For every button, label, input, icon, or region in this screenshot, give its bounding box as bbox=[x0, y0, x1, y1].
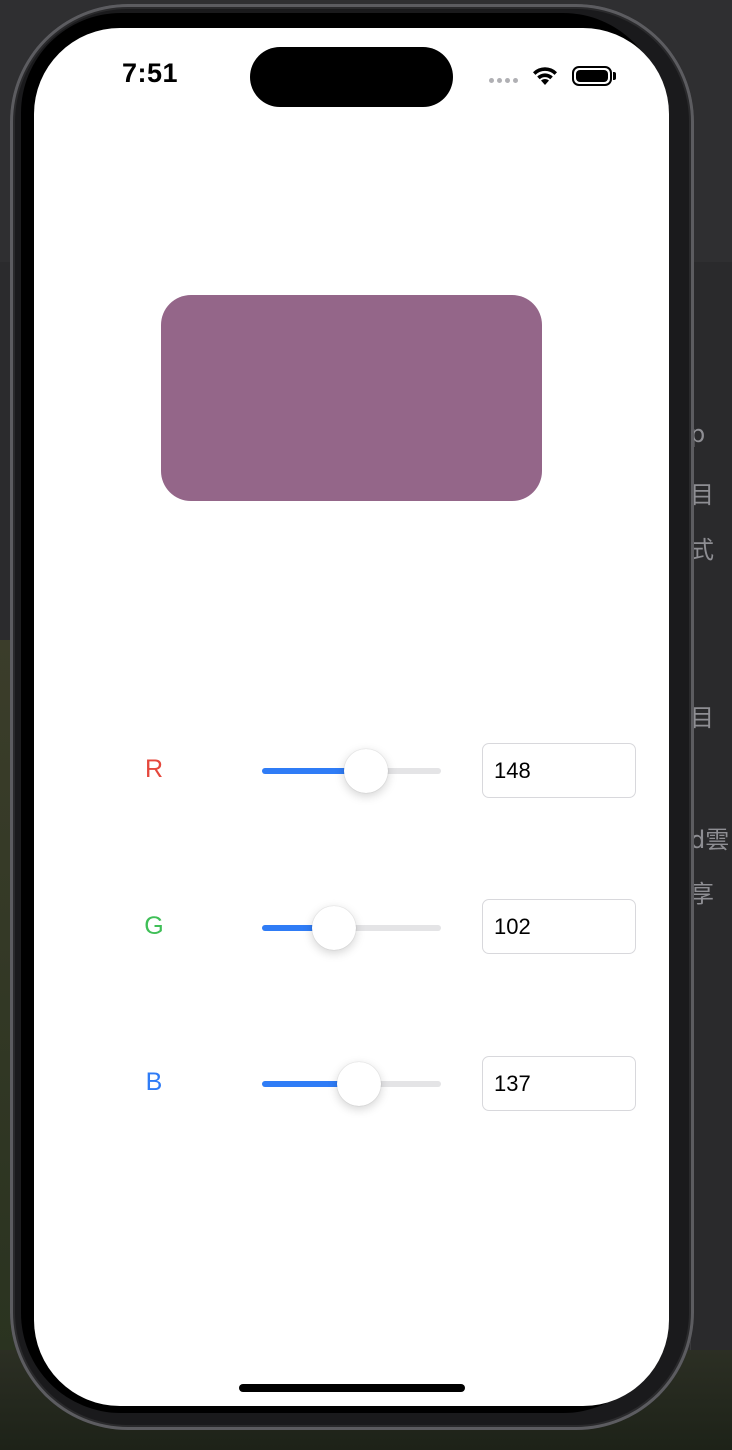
channel-label-g: G bbox=[144, 912, 164, 940]
slider-b[interactable] bbox=[262, 1062, 441, 1106]
side-panel-text: 享 bbox=[690, 880, 714, 908]
channel-label-b: B bbox=[145, 1068, 163, 1096]
slider-g[interactable] bbox=[262, 906, 441, 950]
side-panel-text: 目 bbox=[690, 481, 714, 509]
slider-r[interactable] bbox=[262, 749, 441, 793]
battery-cap bbox=[613, 72, 616, 80]
phone-screen: 7:51 R G B bbox=[34, 28, 669, 1406]
slider-thumb[interactable] bbox=[336, 1062, 381, 1106]
value-field-g[interactable] bbox=[482, 899, 636, 954]
wifi-icon bbox=[533, 67, 557, 85]
color-preview bbox=[161, 295, 542, 501]
side-panel-text: p bbox=[690, 420, 706, 448]
home-indicator bbox=[239, 1384, 465, 1392]
status-time: 7:51 bbox=[122, 58, 179, 88]
value-field-b[interactable] bbox=[482, 1056, 636, 1111]
value-field-r[interactable] bbox=[482, 743, 636, 798]
side-panel-text: d雲 bbox=[690, 826, 730, 854]
side-panel-text: 目 bbox=[690, 704, 714, 732]
battery-icon bbox=[572, 66, 612, 86]
side-panel-text: 式 bbox=[690, 536, 714, 564]
slider-thumb[interactable] bbox=[311, 906, 356, 950]
slider-thumb[interactable] bbox=[343, 749, 388, 793]
channel-label-r: R bbox=[144, 755, 164, 783]
cellular-signal-icon bbox=[489, 78, 521, 86]
dynamic-island bbox=[250, 47, 453, 107]
